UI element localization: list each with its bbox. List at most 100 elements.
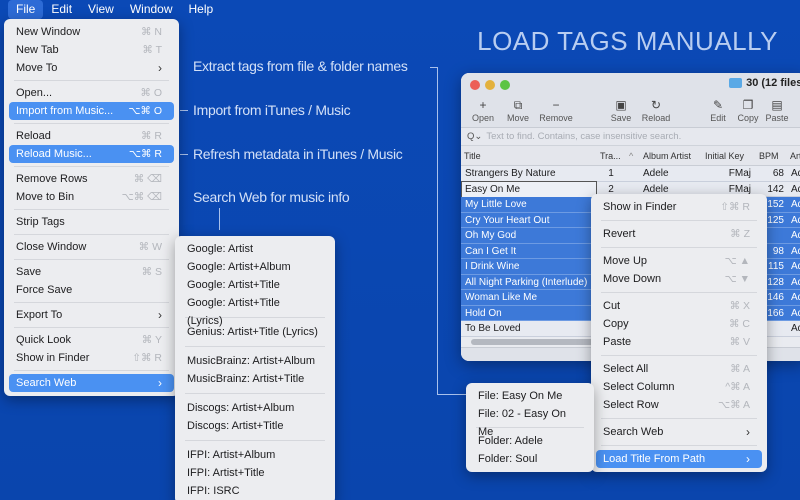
menu-separator (601, 418, 757, 419)
menu-window[interactable]: Window (122, 0, 181, 19)
col-bpm[interactable]: BPM (759, 151, 779, 161)
context-item-cut[interactable]: Cut ⌘ X (596, 297, 762, 315)
menu-shortcut: ^⌘ A (725, 381, 750, 393)
context-item-copy[interactable]: Copy ⌘ C (596, 315, 762, 333)
file-menu-item-force-save[interactable]: Force Save (9, 281, 174, 299)
context-item-select-column[interactable]: Select Column ^⌘ A (596, 378, 762, 396)
minimize-button[interactable] (485, 80, 495, 90)
file-menu-item-strip-tags[interactable]: Strip Tags (9, 213, 174, 231)
menu-shortcut: ⇧⌘ R (132, 352, 162, 364)
context-item-move-down[interactable]: Move Down ⌥ ▼ (596, 270, 762, 288)
paste-button[interactable]: ▤ Paste (757, 97, 797, 123)
remove-button[interactable]: − Remove (536, 97, 576, 123)
context-item-show-in-finder[interactable]: Show in Finder ⇧⌘ R (596, 198, 762, 216)
remove-label: Remove (539, 113, 573, 123)
search-web-item-discogs-artist-album[interactable]: Discogs: Artist+Album (180, 399, 330, 417)
file-menu-item-reload-music[interactable]: Reload Music... ⌥⌘ R (9, 145, 174, 163)
search-web-item-musicbrainz-artist-title[interactable]: MusicBrainz: Artist+Title (180, 370, 330, 388)
annotation-search: Search Web for music info (193, 189, 350, 205)
menu-item-label: Open... (16, 87, 53, 99)
file-menu-item-quick-look[interactable]: Quick Look ⌘ Y (9, 331, 174, 349)
menu-separator (14, 234, 169, 235)
menu-file[interactable]: File (8, 0, 44, 19)
connector-refresh (180, 154, 188, 155)
search-web-item-google-artist-album[interactable]: Google: Artist+Album (180, 258, 330, 276)
col-album-artist[interactable]: Album Artist (643, 151, 691, 161)
table-row[interactable]: Strangers By Nature 1 Adele FMaj 68 Ad (461, 166, 800, 182)
chevron-right-icon: › (746, 425, 750, 439)
file-menu-item-move-to-bin[interactable]: Move to Bin ⌥⌘ ⌫ (9, 188, 174, 206)
cell-artist: Ad (791, 199, 800, 210)
menu-item-label: Save (16, 266, 42, 278)
file-menu-item-reload[interactable]: Reload ⌘ R (9, 127, 174, 145)
reload-button[interactable]: ↻ Reload (636, 97, 676, 123)
menu-separator (14, 327, 169, 328)
col-track[interactable]: Tra... (600, 151, 621, 161)
path-item-file-02-easy-on-me[interactable]: File: 02 - Easy On Me (471, 405, 589, 438)
open-button[interactable]: + Open (463, 97, 503, 123)
close-button[interactable] (470, 80, 480, 90)
search-web-item-google-artist[interactable]: Google: Artist (180, 240, 330, 258)
menu-item-label: Revert (603, 228, 636, 240)
file-menu-item-open[interactable]: Open... ⌘ O (9, 84, 174, 102)
chevron-right-icon: › (158, 376, 162, 390)
search-web-item-ifpi-isrc[interactable]: IFPI: ISRC (180, 482, 330, 500)
file-menu-item-new-window[interactable]: New Window ⌘ N (9, 23, 174, 41)
col-title[interactable]: Title (464, 151, 481, 161)
file-menu-item-new-tab[interactable]: New Tab ⌘ T (9, 41, 174, 59)
cell-artist: Ad (791, 323, 800, 334)
cell-title: To Be Loved (465, 323, 521, 334)
cell-artist: Ad (791, 245, 800, 257)
menu-separator (601, 247, 757, 248)
search-web-item-google-artist-title-lyrics[interactable]: Google: Artist+Title (Lyrics) (180, 294, 330, 327)
cell-bpm: 68 (772, 168, 784, 179)
context-item-select-row[interactable]: Select Row ⌥⌘ A (596, 396, 762, 414)
menu-item-label: New Window (16, 26, 81, 38)
file-menu-item-search-web[interactable]: Search Web › (9, 374, 174, 392)
search-web-item-google-artist-title[interactable]: Google: Artist+Title (180, 276, 330, 294)
menu-shortcut: ⌘ Z (730, 228, 750, 240)
search-web-item-ifpi-artist-title[interactable]: IFPI: Artist+Title (180, 464, 330, 482)
col-artist[interactable]: Art (790, 151, 800, 161)
context-item-paste[interactable]: Paste ⌘ V (596, 333, 762, 351)
col-initial-key[interactable]: Initial Key (705, 151, 744, 161)
save-button[interactable]: ▣ Save (601, 97, 641, 123)
context-item-search-web[interactable]: Search Web › (596, 423, 762, 441)
window-title-text: 30 (12 files) (746, 77, 800, 89)
menu-shortcut: ⌥ ▼ (724, 273, 750, 285)
context-item-select-all[interactable]: Select All ⌘ A (596, 360, 762, 378)
menu-item-label: File: 02 - Easy On Me (478, 408, 567, 438)
file-menu-item-import-from-music[interactable]: Import from Music... ⌥⌘ O (9, 102, 174, 120)
file-menu-item-remove-rows[interactable]: Remove Rows ⌘ ⌫ (9, 170, 174, 188)
search-web-item-discogs-artist-title[interactable]: Discogs: Artist+Title (180, 417, 330, 435)
menu-edit[interactable]: Edit (43, 0, 80, 19)
context-item-load-title-from-path[interactable]: Load Title From Path › (596, 450, 762, 468)
file-menu-item-export-to[interactable]: Export To › (9, 306, 174, 324)
context-item-move-up[interactable]: Move Up ⌥ ▲ (596, 252, 762, 270)
context-item-revert[interactable]: Revert ⌘ Z (596, 225, 762, 243)
zoom-button[interactable] (500, 80, 510, 90)
search-web-item-genius-artist-title-lyrics[interactable]: Genius: Artist+Title (Lyrics) (180, 323, 330, 341)
sort-ascending-icon: ^ (629, 151, 634, 161)
search-web-item-ifpi-artist-album[interactable]: IFPI: Artist+Album (180, 446, 330, 464)
path-item-folder-adele[interactable]: Folder: Adele (471, 432, 589, 450)
menu-item-label: Move Up (603, 255, 648, 267)
menu-shortcut: ⌘ ⌫ (133, 173, 162, 185)
menu-view[interactable]: View (80, 0, 122, 19)
move-button[interactable]: ⧉ Move (498, 97, 538, 123)
menu-separator (14, 259, 169, 260)
menu-item-label: MusicBrainz: Artist+Album (187, 355, 316, 367)
file-menu-item-move-to[interactable]: Move To › (9, 59, 174, 77)
window-title: 30 (12 files) (729, 77, 800, 89)
search-web-item-musicbrainz-artist-album[interactable]: MusicBrainz: Artist+Album (180, 352, 330, 370)
search-field[interactable]: Q⌄ Text to find. Contains, case insensiti… (461, 128, 800, 146)
menu-separator (601, 445, 757, 446)
file-menu-item-save[interactable]: Save ⌘ S (9, 263, 174, 281)
file-menu-item-show-in-finder[interactable]: Show in Finder ⇧⌘ R (9, 349, 174, 367)
path-item-folder-soul[interactable]: Folder: Soul (471, 450, 589, 468)
edit-label: Edit (710, 113, 726, 123)
path-item-file-easy-on-me[interactable]: File: Easy On Me (471, 387, 589, 405)
menu-separator (601, 355, 757, 356)
menu-help[interactable]: Help (181, 0, 222, 19)
file-menu-item-close-window[interactable]: Close Window ⌘ W (9, 238, 174, 256)
